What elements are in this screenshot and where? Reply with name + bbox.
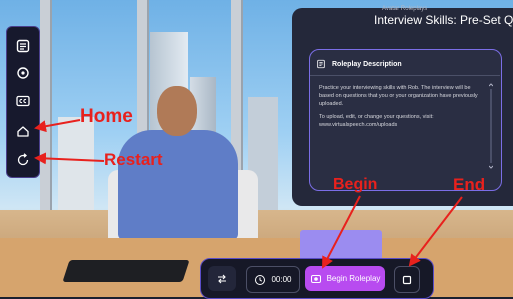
restart-icon bbox=[17, 153, 29, 166]
document-icon bbox=[317, 59, 325, 69]
scrollbar[interactable] bbox=[489, 83, 493, 169]
clock-icon bbox=[255, 274, 266, 285]
notes-icon bbox=[16, 39, 30, 53]
end-button[interactable] bbox=[394, 266, 420, 293]
swap-button[interactable] bbox=[208, 266, 236, 291]
desk-lamp bbox=[300, 230, 382, 260]
card-heading: Roleplay Description bbox=[332, 60, 402, 68]
panel-subtitle: Avatar Roleplays bbox=[382, 6, 428, 12]
card-header: Roleplay Description bbox=[316, 56, 496, 72]
notes-button[interactable] bbox=[11, 35, 35, 57]
swap-icon bbox=[218, 274, 226, 283]
begin-roleplay-button[interactable]: Begin Roleplay bbox=[305, 266, 385, 291]
scroll-down-icon bbox=[489, 165, 493, 169]
stop-icon bbox=[402, 275, 412, 284]
record-icon bbox=[310, 274, 321, 283]
left-toolbar bbox=[6, 26, 40, 178]
avatar-head bbox=[157, 86, 197, 136]
settings-icon bbox=[17, 67, 29, 79]
upload-instructions: To upload, edit, or change your question… bbox=[319, 114, 434, 128]
home-button[interactable] bbox=[11, 120, 35, 142]
avatar-body bbox=[118, 130, 238, 240]
restart-button[interactable] bbox=[11, 149, 35, 171]
panel-title: Interview Skills: Pre-Set Qu bbox=[374, 13, 513, 27]
captions-button[interactable] bbox=[11, 90, 35, 112]
scroll-up-icon bbox=[489, 83, 493, 87]
home-annotation: Home bbox=[80, 106, 133, 127]
description-paragraph: Practice your interviewing skills with R… bbox=[319, 85, 478, 107]
captions-icon bbox=[16, 95, 30, 107]
window-frame bbox=[40, 0, 52, 210]
timer-value: 00:00 bbox=[271, 275, 292, 284]
settings-button[interactable] bbox=[11, 62, 35, 84]
roleplay-description: Practice your interviewing skills with R… bbox=[319, 84, 481, 129]
begin-annotation: Begin bbox=[333, 176, 378, 193]
home-icon bbox=[17, 126, 29, 137]
begin-roleplay-label: Begin Roleplay bbox=[326, 274, 381, 283]
divider bbox=[310, 75, 500, 76]
end-annotation: End bbox=[453, 175, 486, 194]
background-building bbox=[58, 117, 94, 217]
keyboard bbox=[62, 260, 190, 282]
scrollbar-track bbox=[490, 89, 492, 163]
restart-annotation: Restart bbox=[104, 150, 163, 169]
timer-display: 00:00 bbox=[246, 266, 300, 293]
